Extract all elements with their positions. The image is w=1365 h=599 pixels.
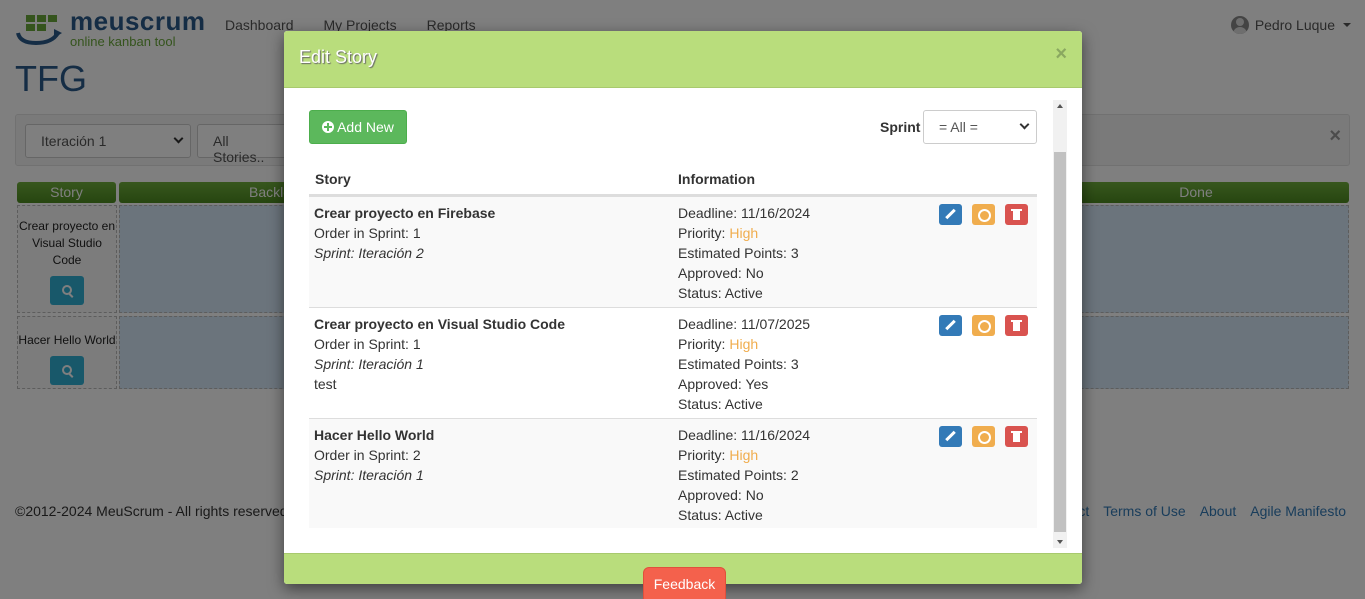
row-actions: [939, 426, 1028, 447]
story-deadline: Deadline: 11/16/2024: [678, 205, 811, 221]
scroll-thumb[interactable]: [1054, 152, 1066, 532]
chevron-down-icon: [1019, 119, 1030, 130]
story-approved: Approved: Yes: [678, 376, 769, 392]
scroll-up-icon[interactable]: [1057, 104, 1063, 108]
story-cell: Crear proyecto en Visual Studio Code Ord…: [314, 314, 565, 394]
priority-value: High: [729, 336, 759, 352]
row-actions: [939, 315, 1028, 336]
scroll-down-icon[interactable]: [1057, 540, 1063, 544]
table-row: Crear proyecto en Visual Studio Code Ord…: [309, 307, 1037, 418]
recycle-story-button[interactable]: [972, 315, 995, 336]
column-header-information: Information: [678, 171, 755, 187]
modal-header: Edit Story ×: [284, 31, 1082, 88]
story-priority: Priority: High: [678, 447, 759, 463]
modal-body: Add New Sprint = All = Story Information…: [309, 100, 1069, 548]
story-sprint: Sprint: Iteración 2: [314, 245, 424, 261]
story-points: Estimated Points: 2: [678, 467, 799, 483]
story-title: Crear proyecto en Firebase: [314, 205, 496, 221]
modal-close-button[interactable]: ×: [1055, 43, 1067, 66]
story-status: Status: Active: [678, 396, 763, 412]
edit-story-button[interactable]: [939, 204, 962, 225]
delete-story-button[interactable]: [1005, 204, 1028, 225]
row-actions: [939, 204, 1028, 225]
story-sprint: Sprint: Iteración 1: [314, 356, 424, 372]
sprint-filter-label: Sprint: [880, 119, 921, 135]
delete-story-button[interactable]: [1005, 426, 1028, 447]
feedback-button[interactable]: Feedback: [643, 567, 726, 599]
info-cell: Deadline: 11/16/2024 Priority: High Esti…: [678, 203, 810, 303]
edit-story-button[interactable]: [939, 315, 962, 336]
delete-story-button[interactable]: [1005, 315, 1028, 336]
story-title: Crear proyecto en Visual Studio Code: [314, 316, 566, 332]
plus-circle-icon: [322, 121, 335, 133]
story-priority: Priority: High: [678, 336, 759, 352]
add-new-label: Add New: [337, 119, 394, 135]
story-order: Order in Sprint: 2: [314, 447, 421, 463]
table-row: Crear proyecto en Firebase Order in Spri…: [309, 196, 1037, 307]
table-row: Hacer Hello World Order in Sprint: 2 Spr…: [309, 418, 1037, 528]
priority-value: High: [729, 447, 759, 463]
story-note: test: [314, 376, 337, 392]
story-status: Status: Active: [678, 507, 763, 523]
story-sprint: Sprint: Iteración 1: [314, 467, 424, 483]
story-deadline: Deadline: 11/07/2025: [678, 316, 811, 332]
sprint-filter-value: = All =: [939, 119, 978, 135]
edit-story-button[interactable]: [939, 426, 962, 447]
recycle-story-button[interactable]: [972, 204, 995, 225]
column-header-story: Story: [315, 171, 351, 187]
story-points: Estimated Points: 3: [678, 356, 799, 372]
stories-table: Story Information Crear proyecto en Fire…: [309, 164, 1037, 528]
modal-scrollbar[interactable]: [1053, 100, 1067, 548]
table-header-row: Story Information: [309, 164, 1037, 196]
modal-title: Edit Story: [299, 47, 378, 67]
story-status: Status: Active: [678, 285, 763, 301]
story-points: Estimated Points: 3: [678, 245, 799, 261]
story-approved: Approved: No: [678, 265, 764, 281]
edit-story-modal: Edit Story × Add New Sprint = All = Stor…: [284, 31, 1082, 584]
story-cell: Crear proyecto en Firebase Order in Spri…: [314, 203, 495, 263]
story-cell: Hacer Hello World Order in Sprint: 2 Spr…: [314, 425, 434, 485]
story-priority: Priority: High: [678, 225, 759, 241]
story-order: Order in Sprint: 1: [314, 336, 421, 352]
story-deadline: Deadline: 11/16/2024: [678, 427, 811, 443]
recycle-story-button[interactable]: [972, 426, 995, 447]
info-cell: Deadline: 11/16/2024 Priority: High Esti…: [678, 425, 810, 525]
story-approved: Approved: No: [678, 487, 764, 503]
priority-value: High: [729, 225, 759, 241]
sprint-filter-select[interactable]: = All =: [923, 110, 1037, 144]
story-order: Order in Sprint: 1: [314, 225, 421, 241]
info-cell: Deadline: 11/07/2025 Priority: High Esti…: [678, 314, 810, 414]
story-title: Hacer Hello World: [314, 427, 435, 443]
add-new-button[interactable]: Add New: [309, 110, 407, 144]
